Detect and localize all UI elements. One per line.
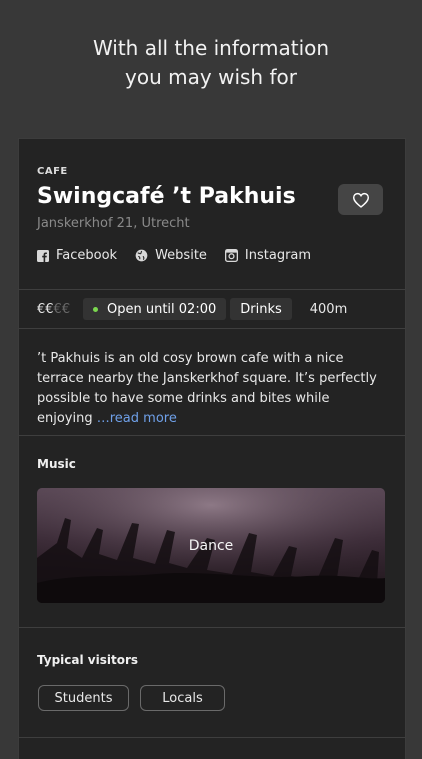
read-more-link[interactable]: …read more xyxy=(97,411,177,426)
social-links: Facebook Website Instagram xyxy=(37,248,329,263)
venue-type-chip: Drinks xyxy=(230,298,292,320)
price-level: €€€€ xyxy=(37,301,71,317)
website-link[interactable]: Website xyxy=(135,248,207,263)
opening-hours-chip: Open until 02:00 xyxy=(83,298,227,320)
music-genre-label: Dance xyxy=(188,537,234,554)
description-text: ’t Pakhuis is an old cosy brown cafe wit… xyxy=(37,351,377,426)
venue-card: CAFE Swingcafé ’t Pakhuis Janskerkhof 21… xyxy=(18,138,406,759)
facebook-icon xyxy=(37,249,49,262)
heart-outline-icon xyxy=(352,192,369,208)
venue-name: Swingcafé ’t Pakhuis xyxy=(37,184,296,209)
music-genre-card[interactable]: Dance xyxy=(37,488,385,603)
section-divider xyxy=(19,627,405,628)
venue-category: CAFE xyxy=(37,166,68,177)
section-divider xyxy=(19,435,405,436)
visitor-tag-students: Students xyxy=(38,685,129,711)
facebook-link[interactable]: Facebook xyxy=(37,248,117,263)
globe-icon xyxy=(135,249,148,262)
hero-line-2: you may wish for xyxy=(125,65,297,89)
music-heading: Music xyxy=(37,457,76,471)
price-inactive: €€ xyxy=(53,301,71,317)
opening-hours-text: Open until 02:00 xyxy=(107,301,217,317)
info-bar: €€€€ Open until 02:00 Drinks 400m xyxy=(19,289,405,329)
venue-description: ’t Pakhuis is an old cosy brown cafe wit… xyxy=(37,349,389,429)
open-status-dot xyxy=(93,306,98,312)
facebook-label: Facebook xyxy=(56,248,118,263)
visitors-heading: Typical visitors xyxy=(37,653,139,667)
instagram-icon xyxy=(224,249,238,262)
visitor-tag-locals: Locals xyxy=(140,685,225,711)
hero-line-1: With all the information xyxy=(92,36,330,60)
price-active: €€ xyxy=(37,301,54,317)
favorite-button[interactable] xyxy=(338,184,383,215)
section-divider xyxy=(19,737,405,738)
distance: 400m xyxy=(309,301,348,317)
instagram-label: Instagram xyxy=(244,248,312,263)
website-label: Website xyxy=(155,248,207,263)
hero-caption: With all the information you may wish fo… xyxy=(0,34,422,92)
venue-address: Janskerkhof 21, Utrecht xyxy=(37,216,190,231)
instagram-link[interactable]: Instagram xyxy=(224,248,312,263)
